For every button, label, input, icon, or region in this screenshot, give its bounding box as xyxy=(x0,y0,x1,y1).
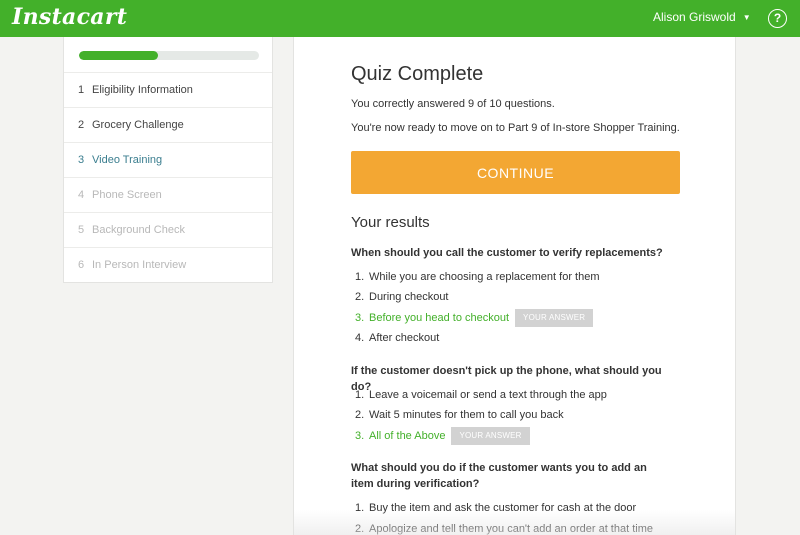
answer-text: Wait 5 minutes for them to call you back xyxy=(369,409,564,421)
answer-text: While you are choosing a replacement for… xyxy=(369,271,600,283)
answer-text: All of the Above xyxy=(369,430,446,442)
score-text: You correctly answered 9 of 10 questions… xyxy=(351,98,555,110)
page-title: Quiz Complete xyxy=(351,63,484,85)
step-number: 4 xyxy=(78,189,85,201)
answer-number: 1. xyxy=(355,502,365,514)
answer-text: During checkout xyxy=(369,291,449,303)
your-answer-badge: YOUR ANSWER xyxy=(451,427,530,445)
question-text: When should you call the customer to ver… xyxy=(351,247,663,259)
answer-option: 1. Buy the item and ask the customer for… xyxy=(355,499,636,517)
step-phone-screen: 4 Phone Screen xyxy=(64,177,272,212)
answer-number: 1. xyxy=(355,389,365,401)
results-heading: Your results xyxy=(351,214,430,231)
step-label: In Person Interview xyxy=(92,259,187,271)
top-bar: Instacart Alison Griswold ▼ ? xyxy=(0,0,800,37)
answer-number: 2. xyxy=(355,291,365,303)
answer-option: 4. After checkout xyxy=(355,329,439,347)
step-label: Grocery Challenge xyxy=(92,119,184,131)
answer-number: 4. xyxy=(355,332,365,344)
step-number: 2 xyxy=(78,119,85,131)
training-progress-fill xyxy=(79,51,159,60)
answer-text: Apologize and tell them you can't add an… xyxy=(369,523,653,535)
step-number: 1 xyxy=(78,84,85,96)
step-in-person-interview: 6 In Person Interview xyxy=(64,247,272,282)
answer-option: 2. During checkout xyxy=(355,288,449,306)
step-eligibility-information[interactable]: 1 Eligibility Information xyxy=(64,72,272,107)
question-text: What should you do if the customer wants… xyxy=(351,462,647,490)
step-number: 5 xyxy=(78,224,85,236)
next-part-text: You're now ready to move on to Part 9 of… xyxy=(351,122,680,134)
step-video-training[interactable]: 3 Video Training xyxy=(64,142,272,177)
instacart-logo[interactable]: Instacart xyxy=(12,4,127,30)
step-grocery-challenge[interactable]: 2 Grocery Challenge xyxy=(64,107,272,142)
step-number: 6 xyxy=(78,259,85,271)
answer-text: Buy the item and ask the customer for ca… xyxy=(369,502,637,514)
user-menu[interactable]: Alison Griswold ▼ xyxy=(653,10,751,24)
step-label: Phone Screen xyxy=(92,189,162,201)
quiz-results-panel: Quiz Complete You correctly answered 9 o… xyxy=(293,37,736,535)
chevron-down-icon: ▼ xyxy=(742,13,751,22)
answer-option: 2. Apologize and tell them you can't add… xyxy=(355,520,653,535)
step-number: 3 xyxy=(78,154,85,166)
your-answer-badge: YOUR ANSWER xyxy=(515,309,594,327)
answer-number: 1. xyxy=(355,271,365,283)
answer-option: 2. Wait 5 minutes for them to call you b… xyxy=(355,406,564,424)
training-progress-bar xyxy=(79,51,259,60)
step-label: Eligibility Information xyxy=(92,84,193,96)
answer-option-correct: 3. Before you head to checkout YOUR ANSW… xyxy=(355,309,594,327)
help-icon[interactable]: ? xyxy=(768,9,787,28)
training-steps-sidebar: 1 Eligibility Information 2 Grocery Chal… xyxy=(63,37,273,283)
answer-number: 2. xyxy=(355,409,365,421)
answer-number: 3. xyxy=(355,312,365,324)
step-label: Background Check xyxy=(92,224,185,236)
answer-option-correct: 3. All of the Above YOUR ANSWER xyxy=(355,427,530,445)
answer-number: 3. xyxy=(355,430,365,442)
continue-button[interactable]: CONTINUE xyxy=(351,151,680,194)
step-label: Video Training xyxy=(92,154,163,166)
answer-text: Before you head to checkout xyxy=(369,312,510,324)
answer-text: After checkout xyxy=(369,332,440,344)
step-background-check: 5 Background Check xyxy=(64,212,272,247)
answer-number: 2. xyxy=(355,523,365,535)
user-name: Alison Griswold xyxy=(653,10,736,24)
answer-option: 1. Leave a voicemail or send a text thro… xyxy=(355,386,607,404)
answer-option: 1. While you are choosing a replacement … xyxy=(355,268,600,286)
answer-text: Leave a voicemail or send a text through… xyxy=(369,389,607,401)
